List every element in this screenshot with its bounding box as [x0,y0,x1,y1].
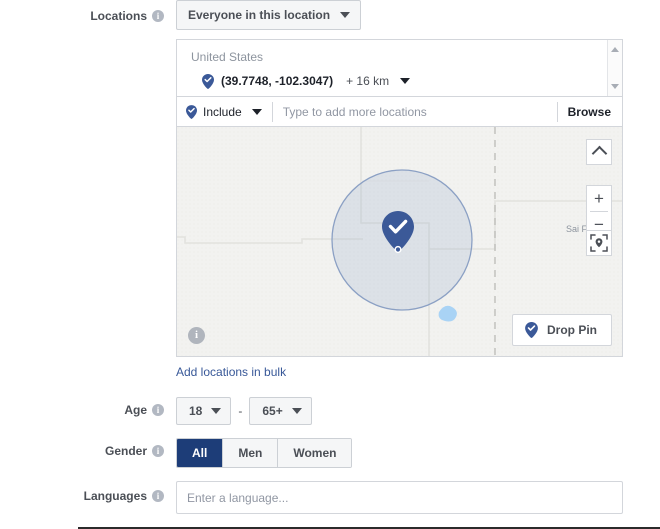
locations-panel: United States (39.7748, -102.3047) + 16 … [176,39,623,357]
map-zoom-in-button[interactable]: + [587,186,611,211]
locations-field: Everyone in this location United States … [176,0,660,379]
audience-targeting-form: Locations i Everyone in this location Un… [0,0,660,514]
gender-segmented-control: All Men Women [176,438,353,468]
include-mode-dropdown[interactable]: Include [186,101,273,122]
age-max-value: 65+ [262,404,283,418]
browse-link[interactable]: Browse [556,101,622,122]
chevron-down-icon [251,108,262,115]
languages-label: Languages [83,489,147,503]
map-collapse-button[interactable] [586,139,612,165]
scroll-down-arrow-icon[interactable] [611,84,619,89]
scroll-up-arrow-icon[interactable] [611,47,619,52]
info-icon[interactable]: i [152,10,164,22]
gender-label: Gender [104,444,147,458]
locations-label-cell: Locations i [0,0,176,23]
chevron-down-icon [291,408,302,414]
location-scope-value: Everyone in this location [188,8,331,22]
age-min-dropdown[interactable]: 18 [176,397,232,425]
location-search-input[interactable] [272,101,557,122]
age-label: Age [124,403,147,417]
chevron-down-icon [340,12,351,18]
include-mode-value: Include [203,104,242,119]
age-separator: - [238,404,243,418]
gender-option-women[interactable]: Women [277,439,352,467]
languages-label-cell: Languages i [0,481,176,503]
locations-scrollbar[interactable] [607,40,622,96]
locate-pin-icon [590,234,608,252]
languages-field [176,481,660,514]
selected-locations-list: United States (39.7748, -102.3047) + 16 … [177,40,622,97]
gender-label-cell: Gender i [0,438,176,458]
info-icon[interactable]: i [152,404,164,416]
drop-pin-label: Drop Pin [547,323,597,337]
gender-option-men[interactable]: Men [222,439,278,467]
add-locations-in-bulk-link[interactable]: Add locations in bulk [176,365,286,379]
gender-option-all[interactable]: All [177,439,223,467]
location-country: United States [191,50,264,64]
gender-field: All Men Women [176,438,660,468]
age-row: Age i 18 - 65+ [0,397,660,425]
map-pin-check-icon [202,73,214,89]
include-bar: Include Browse [177,97,622,127]
age-field: 18 - 65+ [176,397,660,425]
chevron-down-icon[interactable] [400,78,411,84]
drop-pin-button[interactable]: Drop Pin [512,314,612,346]
language-input[interactable] [176,481,623,514]
map-pin-marker-icon[interactable] [380,210,416,255]
location-coordinates: (39.7748, -102.3047) [221,74,334,88]
locations-label: Locations [90,9,147,23]
map-locate-button[interactable] [586,230,612,256]
chevron-up-icon [591,145,607,162]
languages-row: Languages i [0,481,660,514]
map-info-icon[interactable]: i [188,327,205,344]
location-radius: + 16 km [346,74,390,88]
chevron-down-icon [211,408,222,414]
locations-row: Locations i Everyone in this location Un… [0,0,660,379]
info-icon[interactable]: i [152,445,164,457]
location-list-item[interactable]: (39.7748, -102.3047) + 16 km [177,73,622,89]
gender-row: Gender i All Men Women [0,438,660,468]
age-min-value: 18 [189,404,203,418]
age-label-cell: Age i [0,397,176,417]
location-map[interactable]: Sai Fran + − i Drop Pin [177,127,622,356]
map-pin-check-icon [525,322,538,338]
age-max-dropdown[interactable]: 65+ [249,397,312,425]
info-icon[interactable]: i [152,490,164,502]
map-pin-check-icon [186,104,197,119]
location-scope-dropdown[interactable]: Everyone in this location [176,0,362,30]
